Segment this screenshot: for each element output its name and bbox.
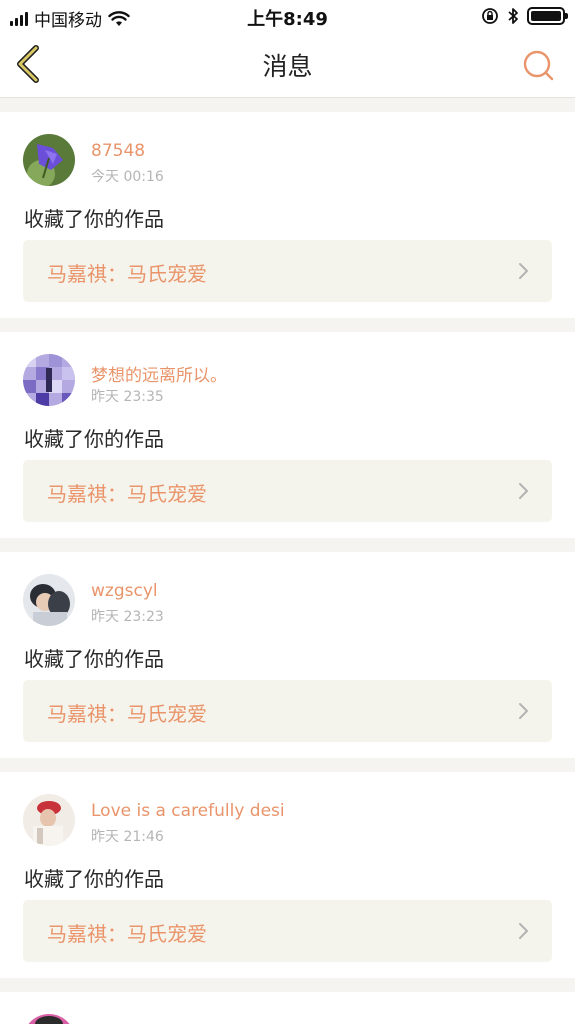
orientation-lock-icon bbox=[482, 8, 498, 24]
battery-icon bbox=[527, 7, 568, 25]
chevron-right-icon bbox=[519, 703, 528, 719]
avatar[interactable] bbox=[23, 794, 75, 846]
avatar[interactable] bbox=[23, 574, 75, 626]
avatar[interactable] bbox=[23, 134, 75, 186]
message-card: wzgscyl 昨天 23:23 收藏了你的作品 马嘉祺：马氏宠爱 bbox=[0, 552, 575, 758]
work-title: 马嘉祺：马氏宠爱 bbox=[47, 922, 207, 946]
message-action: 收藏了你的作品 bbox=[24, 647, 164, 671]
message-card: 87548 今天 00:16 收藏了你的作品 马嘉祺：马氏宠爱 bbox=[0, 112, 575, 318]
work-link[interactable]: 马嘉祺：马氏宠爱 bbox=[23, 240, 552, 302]
chevron-right-icon bbox=[519, 263, 528, 279]
username[interactable]: 梦想的远离所以。 bbox=[91, 361, 227, 386]
work-link[interactable]: 马嘉祺：马氏宠爱 bbox=[23, 680, 552, 742]
message-action: 收藏了你的作品 bbox=[24, 207, 164, 231]
message-time: 今天 00:16 bbox=[91, 169, 164, 185]
status-right bbox=[481, 7, 568, 25]
chevron-right-icon bbox=[519, 483, 528, 499]
work-link[interactable]: 马嘉祺：马氏宠爱 bbox=[23, 900, 552, 962]
message-action: 收藏了你的作品 bbox=[24, 867, 164, 891]
message-card-partial bbox=[0, 992, 575, 1024]
username[interactable]: Love is a carefully desi bbox=[91, 801, 285, 821]
message-action: 收藏了你的作品 bbox=[24, 427, 164, 451]
message-time: 昨天 23:23 bbox=[91, 609, 164, 625]
message-card: Love is a carefully desi 昨天 21:46 收藏了你的作… bbox=[0, 772, 575, 978]
message-card: 梦想的远离所以。 昨天 23:35 收藏了你的作品 马嘉祺：马氏宠爱 bbox=[0, 332, 575, 538]
work-title: 马嘉祺：马氏宠爱 bbox=[47, 482, 207, 506]
message-time: 昨天 23:35 bbox=[91, 389, 164, 405]
status-bar: 中国移动 上午8:49 bbox=[0, 0, 575, 34]
work-link[interactable]: 马嘉祺：马氏宠爱 bbox=[23, 460, 552, 522]
chevron-right-icon bbox=[519, 923, 528, 939]
nav-bar: 消息 bbox=[0, 34, 575, 98]
avatar[interactable] bbox=[23, 354, 75, 406]
page-title: 消息 bbox=[262, 52, 313, 81]
username[interactable]: wzgscyl bbox=[91, 581, 158, 601]
message-list: 87548 今天 00:16 收藏了你的作品 马嘉祺：马氏宠爱 梦想的远离所以。… bbox=[0, 112, 575, 1024]
bluetooth-icon bbox=[508, 8, 518, 24]
avatar[interactable] bbox=[23, 1014, 75, 1024]
work-title: 马嘉祺：马氏宠爱 bbox=[47, 262, 207, 286]
username[interactable]: 87548 bbox=[91, 141, 145, 161]
message-time: 昨天 21:46 bbox=[91, 829, 164, 845]
search-button[interactable] bbox=[521, 48, 555, 82]
work-title: 马嘉祺：马氏宠爱 bbox=[47, 702, 207, 726]
